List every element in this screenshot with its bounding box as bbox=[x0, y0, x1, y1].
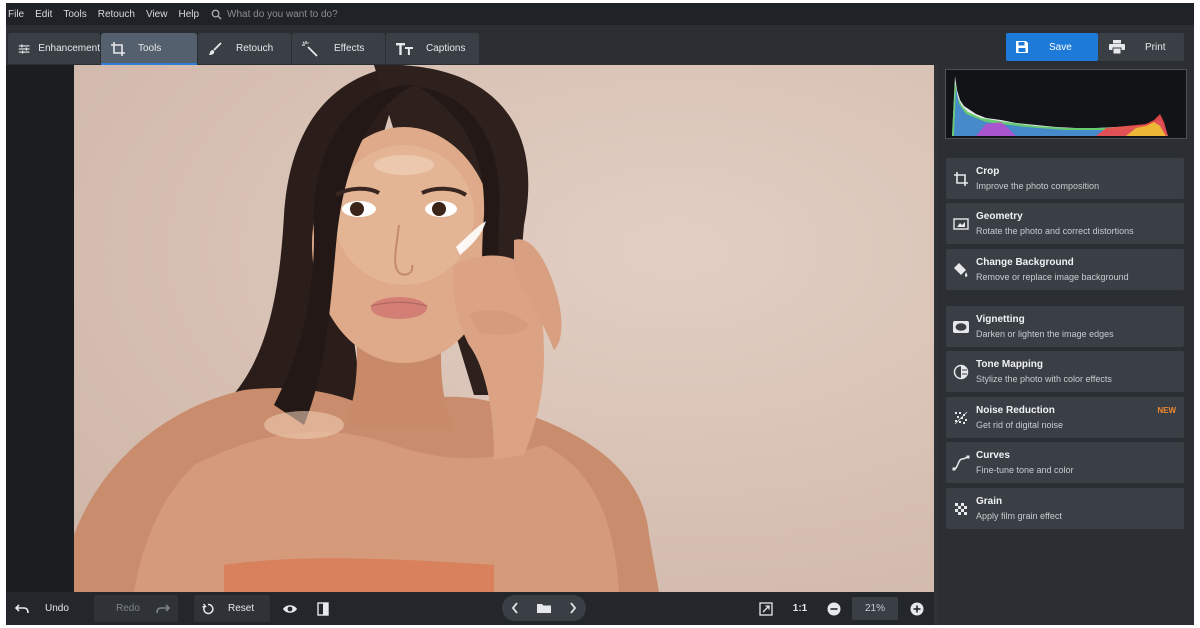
tab-retouch-label: Retouch bbox=[236, 43, 274, 54]
command-search[interactable]: What do you want to do? bbox=[211, 9, 338, 20]
tool-geometry-title: Geometry bbox=[976, 211, 1023, 222]
tool-grain-title: Grain bbox=[976, 496, 1003, 507]
folder-icon[interactable] bbox=[536, 602, 552, 614]
zoom-in-button[interactable] bbox=[906, 595, 928, 622]
reset-label: Reset bbox=[228, 603, 255, 614]
vignette-icon bbox=[953, 320, 969, 333]
tone-mapping-icon bbox=[953, 364, 969, 379]
minus-circle-icon bbox=[827, 602, 841, 615]
menu-tools[interactable]: Tools bbox=[58, 9, 92, 20]
menu-edit[interactable]: Edit bbox=[30, 9, 58, 20]
main-toolbar: Enhancement Tools Retouch Effects Captio… bbox=[6, 25, 1194, 65]
portrait-illustration bbox=[74, 65, 659, 592]
tool-vignetting-desc: Darken or lighten the image edges bbox=[976, 329, 1114, 339]
geometry-icon bbox=[953, 217, 969, 230]
tool-crop-desc: Improve the photo composition bbox=[976, 181, 1100, 191]
save-label: Save bbox=[1049, 41, 1072, 53]
menu-view[interactable]: View bbox=[141, 9, 174, 20]
plus-circle-icon bbox=[910, 602, 924, 615]
menu-help[interactable]: Help bbox=[173, 9, 205, 20]
undo-icon bbox=[15, 603, 29, 613]
reset-button[interactable]: Reset bbox=[194, 595, 270, 622]
reset-icon bbox=[202, 603, 214, 614]
tool-geometry[interactable]: Geometry Rotate the photo and correct di… bbox=[946, 203, 1184, 244]
chevron-right-icon[interactable] bbox=[569, 602, 577, 614]
compare-button[interactable] bbox=[312, 595, 334, 622]
redo-button[interactable]: Redo bbox=[94, 595, 178, 622]
menu-bar: File Edit Tools Retouch View Help What d… bbox=[6, 3, 1194, 25]
tool-change-background-title: Change Background bbox=[976, 257, 1074, 268]
print-label: Print bbox=[1145, 41, 1166, 53]
tool-tone-mapping[interactable]: Tone Mapping Stylize the photo with colo… bbox=[946, 351, 1184, 392]
edited-photo[interactable] bbox=[74, 65, 934, 592]
tool-vignetting-title: Vignetting bbox=[976, 314, 1025, 325]
tool-curves[interactable]: Curves Fine-tune tone and color bbox=[946, 442, 1184, 483]
printer-icon bbox=[1109, 40, 1125, 54]
tool-geometry-desc: Rotate the photo and correct distortions bbox=[976, 226, 1134, 236]
undo-label: Undo bbox=[45, 603, 69, 614]
curves-icon bbox=[952, 455, 970, 470]
chevron-left-icon[interactable] bbox=[511, 602, 519, 614]
tool-change-background-desc: Remove or replace image background bbox=[976, 272, 1129, 282]
crop-icon bbox=[111, 41, 125, 56]
tool-curves-desc: Fine-tune tone and color bbox=[976, 465, 1074, 475]
menu-file[interactable]: File bbox=[6, 9, 30, 20]
fit-screen-icon bbox=[759, 601, 773, 616]
fit-to-screen-button[interactable] bbox=[754, 595, 778, 622]
menu-retouch[interactable]: Retouch bbox=[93, 9, 141, 20]
tool-vignetting[interactable]: Vignetting Darken or lighten the image e… bbox=[946, 306, 1184, 347]
tool-grain[interactable]: Grain Apply film grain effect bbox=[946, 488, 1184, 529]
tab-tools-label: Tools bbox=[138, 43, 162, 54]
grain-icon bbox=[955, 502, 967, 515]
image-navigation bbox=[502, 595, 586, 621]
sliders-icon bbox=[18, 43, 30, 54]
tool-crop[interactable]: Crop Improve the photo composition bbox=[946, 158, 1184, 199]
actual-size-label: 1:1 bbox=[792, 603, 808, 614]
save-icon bbox=[1016, 41, 1028, 53]
tool-change-background[interactable]: Change Background Remove or replace imag… bbox=[946, 249, 1184, 290]
tool-curves-title: Curves bbox=[976, 450, 1010, 461]
histogram-graph bbox=[946, 76, 1168, 136]
tool-tone-mapping-title: Tone Mapping bbox=[976, 359, 1044, 370]
noise-icon bbox=[954, 411, 968, 424]
histogram bbox=[945, 69, 1187, 139]
preview-button[interactable] bbox=[278, 595, 302, 622]
redo-icon bbox=[156, 603, 170, 613]
tab-retouch[interactable]: Retouch bbox=[198, 33, 291, 64]
tool-noise-reduction-desc: Get rid of digital noise bbox=[976, 420, 1064, 430]
tab-captions-label: Captions bbox=[426, 43, 466, 54]
tool-grain-desc: Apply film grain effect bbox=[976, 511, 1062, 521]
zoom-level[interactable]: 21% bbox=[852, 597, 898, 620]
tab-captions[interactable]: Captions bbox=[386, 33, 479, 64]
save-button[interactable]: Save bbox=[1006, 33, 1098, 61]
tab-effects[interactable]: Effects bbox=[292, 33, 385, 64]
tab-effects-label: Effects bbox=[334, 43, 365, 54]
tab-enhancement[interactable]: Enhancement bbox=[8, 33, 100, 64]
image-canvas[interactable] bbox=[6, 65, 934, 592]
tab-enhancement-label: Enhancement bbox=[38, 43, 100, 54]
undo-button[interactable]: Undo bbox=[9, 595, 91, 622]
tool-noise-reduction-title: Noise Reduction bbox=[976, 405, 1055, 416]
print-button[interactable]: Print bbox=[1098, 33, 1184, 61]
new-badge: NEW bbox=[1157, 406, 1176, 415]
tab-tools[interactable]: Tools bbox=[101, 33, 197, 65]
text-icon bbox=[396, 42, 413, 55]
tool-tone-mapping-desc: Stylize the photo with color effects bbox=[976, 374, 1112, 384]
app-window: File Edit Tools Retouch View Help What d… bbox=[6, 3, 1194, 625]
tool-noise-reduction[interactable]: Noise Reduction Get rid of digital noise… bbox=[946, 397, 1184, 438]
zoom-out-button[interactable] bbox=[823, 595, 845, 622]
tools-panel: Crop Improve the photo composition Geome… bbox=[938, 65, 1194, 625]
magic-wand-icon bbox=[302, 40, 318, 57]
redo-label: Redo bbox=[116, 603, 140, 614]
eye-icon bbox=[283, 604, 297, 613]
search-icon bbox=[211, 9, 222, 20]
bottom-bar: Undo Redo Reset 1:1 21% bbox=[6, 592, 934, 625]
paint-bucket-icon bbox=[954, 262, 968, 277]
brush-icon bbox=[209, 41, 222, 55]
search-placeholder: What do you want to do? bbox=[227, 8, 338, 20]
tool-crop-title: Crop bbox=[976, 166, 1000, 177]
compare-icon bbox=[317, 601, 329, 616]
crop-icon bbox=[954, 171, 968, 186]
actual-size-button[interactable]: 1:1 bbox=[788, 595, 812, 622]
